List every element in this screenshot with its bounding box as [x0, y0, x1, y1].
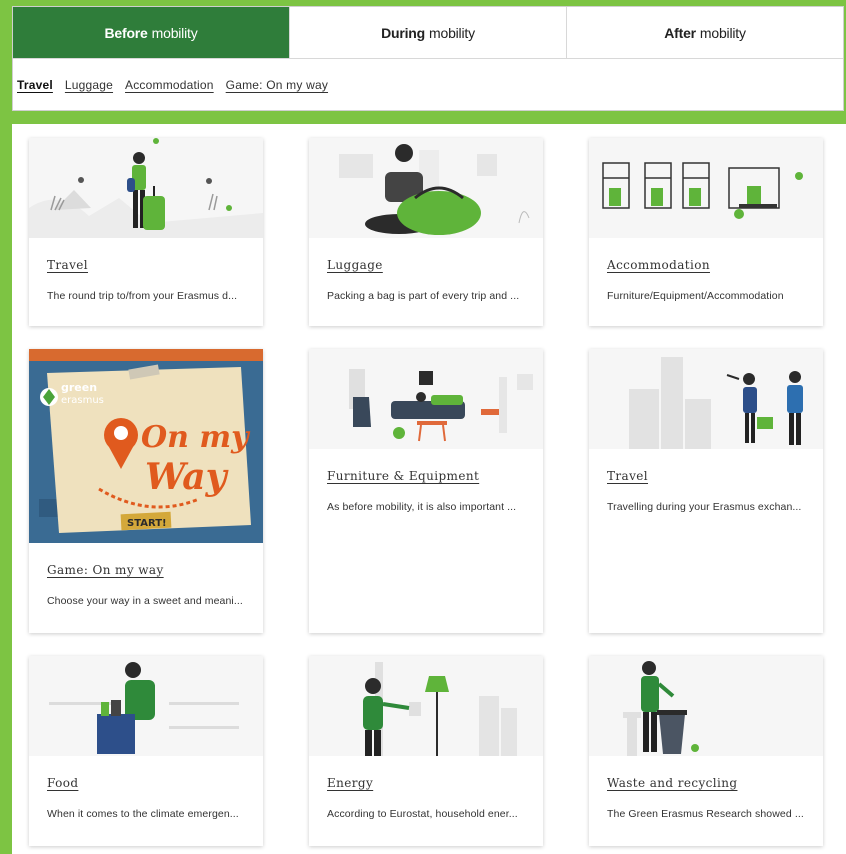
- subnav-link-luggage[interactable]: Luggage: [65, 78, 113, 92]
- card-description: The round trip to/from your Erasmus d...: [47, 290, 238, 302]
- game-artwork: green erasmus On my Way START!: [29, 349, 263, 543]
- sub-navigation: Travel Luggage Accommodation Game: On my…: [13, 59, 843, 111]
- card-title[interactable]: Luggage: [327, 258, 383, 272]
- waste-illustration: [589, 656, 823, 756]
- travel-during-illustration: [589, 349, 823, 449]
- tab-during-mobility[interactable]: During mobility: [290, 7, 567, 58]
- tab-after-bold: After: [664, 24, 696, 41]
- subnav-link-accommodation[interactable]: Accommodation: [125, 78, 214, 92]
- tab-before-rest: mobility: [151, 24, 198, 41]
- mobility-nav-panel: Before mobility During mobility After mobil…: [12, 6, 844, 111]
- game-headline-way: Way: [145, 456, 229, 498]
- luggage-illustration: [309, 138, 543, 238]
- subnav-link-game[interactable]: Game: On my way: [226, 78, 328, 92]
- card-title[interactable]: Accommodation: [607, 258, 710, 272]
- card-description: Travelling during your Erasmus exchan...: [607, 501, 802, 513]
- card-description: Packing a bag is part of every trip and …: [327, 290, 520, 302]
- card-title[interactable]: Travel: [607, 469, 648, 483]
- card-title[interactable]: Furniture & Equipment: [327, 469, 479, 483]
- card-description: Choose your way in a sweet and meani...: [47, 595, 243, 607]
- food-illustration: [29, 656, 263, 756]
- game-headline-on-my: On my: [141, 420, 251, 455]
- card-description: The Green Erasmus Research showed ...: [607, 808, 804, 820]
- card-travel-during[interactable]: Travel Travelling during your Erasmus ex…: [589, 349, 823, 633]
- energy-illustration: [309, 656, 543, 756]
- tab-during-rest: mobility: [429, 24, 475, 41]
- game-logo-green: green: [61, 381, 97, 394]
- card-description: Furniture/Equipment/Accommodation: [607, 290, 784, 302]
- game-start-label: START!: [127, 518, 167, 529]
- card-furniture-equipment[interactable]: Furniture & Equipment As before mobility…: [309, 349, 543, 633]
- travel-illustration: [29, 138, 263, 238]
- mobility-tabs: Before mobility During mobility After mobil…: [13, 7, 843, 59]
- card-title[interactable]: Travel: [47, 258, 88, 272]
- card-description: According to Eurostat, household ener...: [327, 808, 518, 820]
- card-grid: Travel The round trip to/from your Erasm…: [12, 124, 846, 854]
- card-title[interactable]: Energy: [327, 776, 373, 790]
- card-description: When it comes to the climate emergen...: [47, 808, 239, 820]
- card-luggage[interactable]: Luggage Packing a bag is part of every t…: [309, 138, 543, 326]
- card-description: As before mobility, it is also important…: [327, 501, 517, 513]
- card-title[interactable]: Game: On my way: [47, 563, 164, 577]
- card-travel[interactable]: Travel The round trip to/from your Erasm…: [29, 138, 263, 326]
- card-food[interactable]: Food When it comes to the climate emerge…: [29, 656, 263, 846]
- card-waste-recycling[interactable]: Waste and recycling The Green Erasmus Re…: [589, 656, 823, 846]
- subnav-link-travel[interactable]: Travel: [17, 78, 53, 92]
- card-title[interactable]: Waste and recycling: [607, 776, 737, 790]
- furniture-illustration: [309, 349, 543, 449]
- tab-after-mobility[interactable]: After mobility: [567, 7, 843, 58]
- tab-after-rest: mobility: [699, 24, 746, 41]
- card-accommodation[interactable]: Accommodation Furniture/Equipment/Accomm…: [589, 138, 823, 326]
- accommodation-illustration: [589, 138, 823, 238]
- tab-before-mobility[interactable]: Before mobility: [13, 7, 290, 58]
- card-title[interactable]: Food: [47, 776, 78, 790]
- game-logo-erasmus: erasmus: [61, 395, 104, 406]
- tab-during-bold: During: [381, 24, 426, 41]
- tab-before-bold: Before: [104, 24, 148, 41]
- card-energy[interactable]: Energy According to Eurostat, household …: [309, 656, 543, 846]
- card-game-on-my-way[interactable]: green erasmus On my Way START! Game: On …: [29, 349, 263, 633]
